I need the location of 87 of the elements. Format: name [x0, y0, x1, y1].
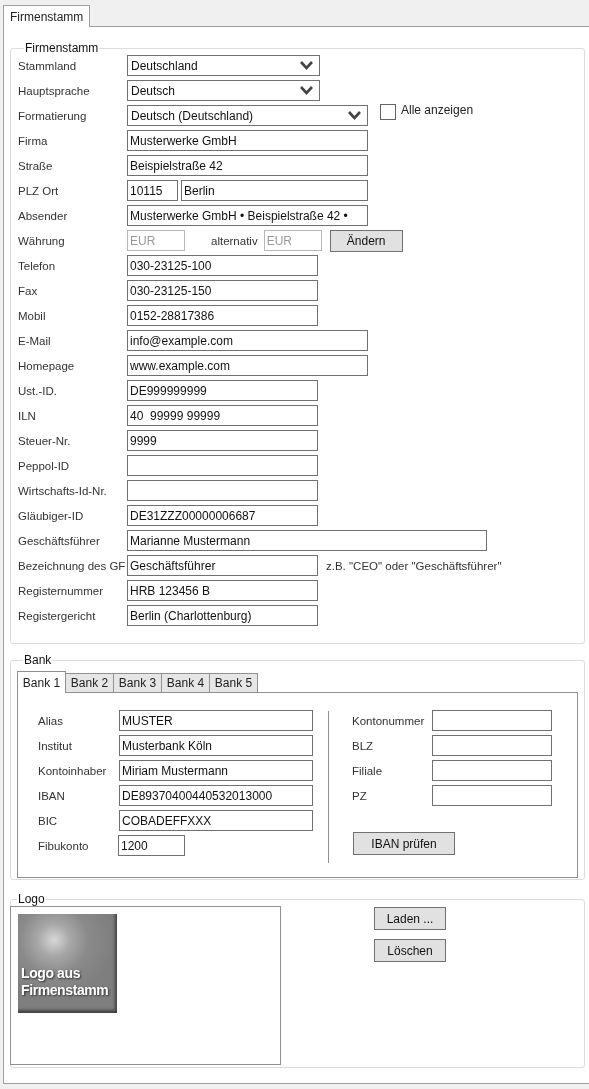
text-field[interactable]: 0152-28817386: [127, 305, 318, 326]
field-label: Absender: [18, 209, 69, 222]
field-label: Firma: [18, 134, 49, 147]
text-field[interactable]: 1200: [118, 835, 185, 856]
field-label: BIC: [38, 814, 59, 827]
field-label: Registernummer: [18, 584, 104, 597]
field-label: Währung: [18, 234, 66, 247]
text-field[interactable]: Berlin (Charlottenburg): [127, 605, 318, 626]
text-field[interactable]: MUSTER: [119, 710, 313, 731]
text-field[interactable]: [127, 455, 318, 476]
text-field[interactable]: 10115: [127, 180, 178, 201]
field-label: Stammland: [18, 59, 78, 72]
field-label: alternativ: [211, 234, 258, 247]
field-label: Kontonummer: [352, 714, 426, 727]
field-label: Kontoinhaber: [38, 764, 108, 777]
field-label: Fax: [18, 284, 39, 297]
text-field[interactable]: Marianne Mustermann: [127, 530, 487, 551]
text-field[interactable]: 030-23125-150: [127, 280, 318, 301]
text-field[interactable]: 9999: [127, 430, 318, 451]
text-field[interactable]: DE31ZZZ00000006687: [127, 505, 318, 526]
text-field[interactable]: [432, 785, 552, 806]
text-field[interactable]: [432, 760, 552, 781]
text-field[interactable]: [432, 710, 552, 731]
text-field[interactable]: DE89370400440532013000: [119, 785, 313, 806]
logo-text: Logo aus Firmenstamm: [21, 965, 110, 999]
field-label: E-Mail: [18, 334, 52, 347]
text-field[interactable]: www.example.com: [127, 355, 368, 376]
dropdown[interactable]: Deutsch: [127, 80, 320, 101]
tab[interactable]: Bank 5: [209, 673, 258, 692]
chevron-icon: [300, 61, 313, 70]
field-label: Gläubiger-ID: [18, 509, 85, 522]
group-title: Logo: [17, 892, 46, 906]
text-field[interactable]: Beispielstraße 42: [127, 155, 368, 176]
field-label: Ust.-ID.: [18, 384, 58, 397]
text-field[interactable]: 40 99999 99999: [127, 405, 318, 426]
field-label: Straße: [18, 159, 54, 172]
text-field[interactable]: info@example.com: [127, 330, 368, 351]
tab[interactable]: Bank 4: [161, 673, 210, 692]
text-field[interactable]: Berlin: [181, 180, 368, 201]
text-field[interactable]: [127, 480, 318, 501]
text-field[interactable]: Musterbank Köln: [119, 735, 313, 756]
text-field[interactable]: HRB 123456 B: [127, 580, 318, 601]
text-field[interactable]: Musterwerke GmbH • Beispielstraße 42 •: [127, 205, 368, 226]
field-label: IBAN: [38, 789, 66, 802]
change-button[interactable]: Ändern: [329, 229, 403, 252]
field-label: Homepage: [18, 359, 76, 372]
tab[interactable]: Bank 1: [17, 671, 66, 693]
text-field[interactable]: Geschäftsführer: [127, 555, 318, 576]
chevron-icon: [300, 86, 313, 95]
load-button[interactable]: Laden ...: [374, 907, 446, 930]
text-field[interactable]: [432, 735, 552, 756]
field-label: ILN: [18, 409, 37, 422]
chevron-icon: [348, 111, 361, 120]
dropdown[interactable]: Deutschland: [127, 55, 320, 76]
text-field[interactable]: Musterwerke GmbH: [127, 130, 368, 151]
field-label: Bezeichnung des GF: [18, 559, 127, 572]
field-label: BLZ: [352, 739, 375, 752]
hint-text: z.B. "CEO" oder "Geschäftsführer": [326, 559, 502, 572]
field-label: Mobil: [18, 309, 47, 322]
field-label: Filiale: [352, 764, 384, 777]
group-title: Bank: [23, 653, 53, 667]
field-label: Fibukonto: [38, 839, 90, 852]
dropdown[interactable]: Deutsch (Deutschland): [127, 105, 368, 126]
field-label: Telefon: [18, 259, 57, 272]
field-label: PLZ Ort: [18, 184, 60, 197]
text-field[interactable]: DE999999999: [127, 380, 318, 401]
text-field[interactable]: 030-23125-100: [127, 255, 318, 276]
field-label: PZ: [352, 789, 368, 802]
field-label: Alias: [38, 714, 64, 727]
field-label: Formatierung: [18, 109, 88, 122]
field-label: Institut: [38, 739, 73, 752]
tab[interactable]: Firmenstamm: [3, 5, 91, 27]
checkbox-label[interactable]: Alle anzeigen: [401, 103, 474, 117]
field-label: Geschäftsführer: [18, 534, 101, 547]
delete-button[interactable]: Löschen: [374, 939, 446, 962]
tab[interactable]: Bank 2: [65, 673, 114, 692]
check-iban-button[interactable]: IBAN prüfen: [353, 832, 455, 855]
group-title: Firmenstamm: [24, 41, 100, 55]
field-label: Hauptsprache: [18, 84, 91, 97]
tab[interactable]: Bank 3: [113, 673, 162, 692]
field-label: Wirtschafts-Id-Nr.: [18, 484, 108, 497]
text-field[interactable]: Miriam Mustermann: [119, 760, 313, 781]
field-label: Registergericht: [18, 609, 97, 622]
field-label: Steuer-Nr.: [18, 434, 72, 447]
text-field[interactable]: COBADEFFXXX: [119, 810, 313, 831]
checkbox[interactable]: [380, 104, 396, 120]
field-label: Peppol-ID: [18, 459, 71, 472]
